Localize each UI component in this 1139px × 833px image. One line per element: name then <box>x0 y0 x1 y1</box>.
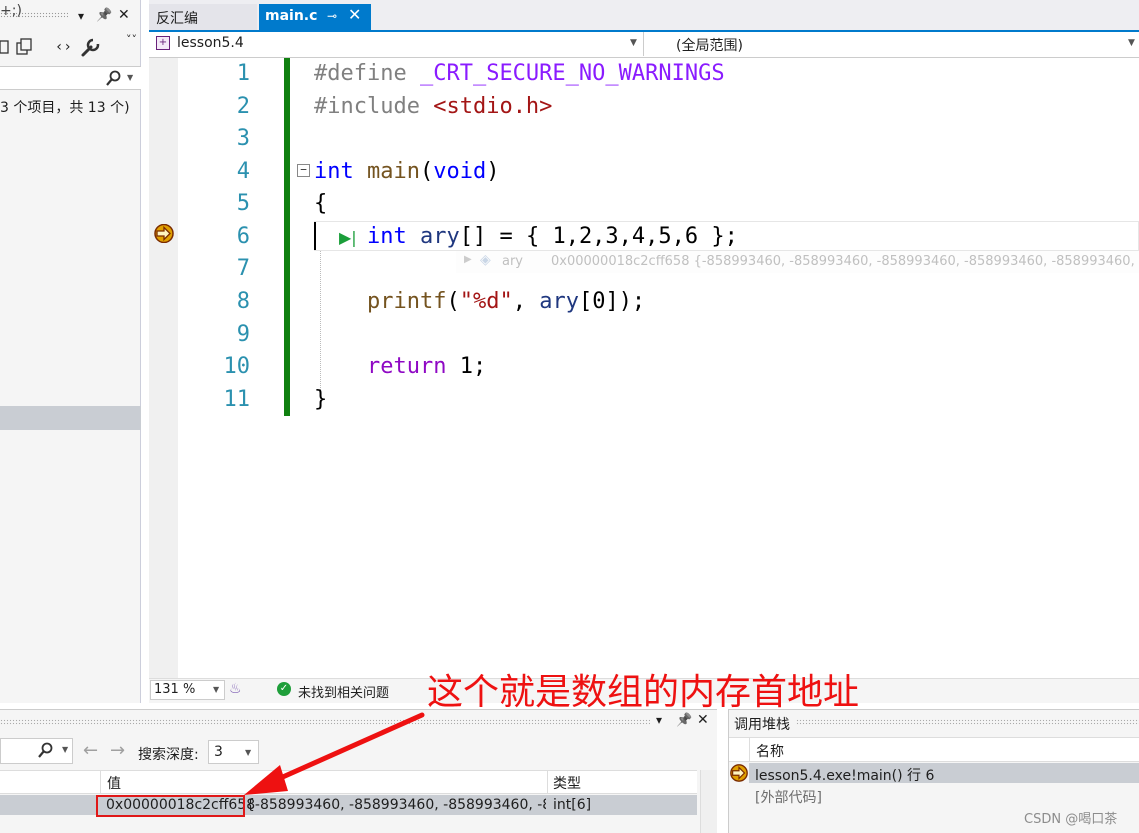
watermark: CSDN @喝口茶 <box>1024 812 1118 827</box>
chevron-down-icon[interactable]: ▼ <box>630 38 637 48</box>
arrow-left-icon[interactable]: ← <box>83 740 98 761</box>
search-depth-value: 3 <box>214 744 223 760</box>
column-separator[interactable] <box>100 770 101 794</box>
line-number: 5 <box>236 191 250 216</box>
column-header-name[interactable]: 名称 <box>756 741 784 761</box>
project-icon: + <box>156 36 170 50</box>
run-to-click-icon[interactable]: ▶| <box>339 228 357 247</box>
call-stack-title: 调用堆栈 <box>734 717 790 733</box>
code-line-11[interactable]: } <box>314 387 327 413</box>
line-number: 3 <box>236 126 250 151</box>
wrench-icon[interactable] <box>80 38 100 58</box>
column-separator[interactable] <box>547 770 548 794</box>
tab-pin-icon[interactable]: ⊸ <box>327 9 337 23</box>
expand-icon[interactable]: ▶ <box>464 254 472 265</box>
code-line-6[interactable]: int ary[] = { 1,2,3,4,5,6 }; <box>314 224 738 250</box>
arrow-right-icon[interactable]: → <box>110 740 125 761</box>
code-editor[interactable] <box>149 58 1139 678</box>
code-line-4[interactable]: int main(void) <box>314 159 499 185</box>
tab-label: main.c <box>265 8 318 24</box>
item-count: 3 个项目，共 13 个) <box>0 100 130 116</box>
column-header-type[interactable]: 类型 <box>553 773 581 793</box>
line-number: 2 <box>236 94 250 119</box>
panel-dropdown-icon[interactable]: ▾ <box>656 713 662 727</box>
chevron-down-icon[interactable]: ▼ <box>213 685 219 694</box>
search-icon[interactable] <box>38 742 54 758</box>
line-number: 6 <box>236 224 250 249</box>
line-number: 11 <box>223 387 251 412</box>
vertical-scrollbar[interactable] <box>700 770 717 833</box>
line-number: 1 <box>236 61 250 86</box>
annotation-text: 这个就是数组的内存首地址 <box>427 672 860 713</box>
variable-icon: ◈ <box>480 252 491 268</box>
datatip-value: 0x00000018c2cff658 {-858993460, -8589934… <box>551 254 1139 269</box>
search-dropdown-icon[interactable]: ▼ <box>127 73 133 82</box>
annotation-arrow <box>244 712 425 795</box>
column-header-value[interactable]: 值 <box>107 773 121 793</box>
chevron-down-icon[interactable]: ▼ <box>62 745 68 754</box>
line-number: 7 <box>236 256 250 281</box>
text-caret <box>314 222 316 250</box>
overflow-icon[interactable]: ˅˅ <box>126 32 137 48</box>
tab-close-icon[interactable]: ✕ <box>348 5 361 24</box>
execution-pointer-icon <box>154 224 174 243</box>
search-icon[interactable] <box>106 70 122 86</box>
collapse-icon[interactable]: − <box>297 164 310 177</box>
issues-status[interactable]: 未找到相关问题 <box>298 682 389 701</box>
code-line-1[interactable]: #define _CRT_SECURE_NO_WARNINGS <box>314 61 725 87</box>
close-icon[interactable]: ✕ <box>118 7 130 23</box>
code-line-10[interactable]: return 1; <box>314 354 486 380</box>
execution-pointer-icon <box>730 764 748 782</box>
code-line-5[interactable]: { <box>314 191 327 217</box>
zoom-level: 131 % <box>154 682 196 697</box>
pin-icon[interactable]: 📌 <box>676 713 692 728</box>
code-line-2[interactable]: #include <stdio.h> <box>314 94 552 120</box>
change-tracking-bar <box>284 58 290 416</box>
datatip-name: ary <box>502 254 524 269</box>
call-stack-header <box>729 737 1139 762</box>
highlight-box <box>96 795 245 817</box>
column-separator[interactable] <box>749 737 750 762</box>
selected-tree-item[interactable] <box>0 406 141 430</box>
stack-frame[interactable]: lesson5.4.exe!main() 行 6 <box>755 765 934 785</box>
intellicode-icon[interactable]: ♨ <box>229 681 242 697</box>
code-line-8[interactable]: printf("%d", ary[0]); <box>314 289 645 315</box>
panel-dropdown-icon[interactable]: ▾ <box>78 8 84 24</box>
tab-label: 反汇编 <box>156 11 198 27</box>
stack-frame[interactable]: [外部代码] <box>755 787 822 807</box>
line-number: 4 <box>236 159 250 184</box>
copy-icon[interactable] <box>0 38 40 58</box>
project-name: lesson5.4 <box>177 35 244 51</box>
search-depth-label: 搜索深度: <box>138 747 199 763</box>
chevron-down-icon[interactable]: ▼ <box>1128 38 1135 48</box>
indicator-margin[interactable] <box>149 58 178 678</box>
line-number: 9 <box>236 322 250 347</box>
check-icon: ✓ <box>277 682 291 696</box>
solution-search-text: +;) <box>0 3 22 19</box>
tab-disassembly[interactable]: 反汇编 <box>149 4 257 30</box>
watch-type: int[6] <box>553 797 592 813</box>
scope-dropdown[interactable]: (全局范围) <box>676 35 743 55</box>
panel-grip[interactable] <box>796 719 1139 725</box>
line-number: 8 <box>236 289 250 314</box>
line-number: 10 <box>223 354 251 379</box>
pin-icon[interactable]: 📌 <box>96 8 112 24</box>
code-icon[interactable]: ‹› <box>55 39 72 55</box>
